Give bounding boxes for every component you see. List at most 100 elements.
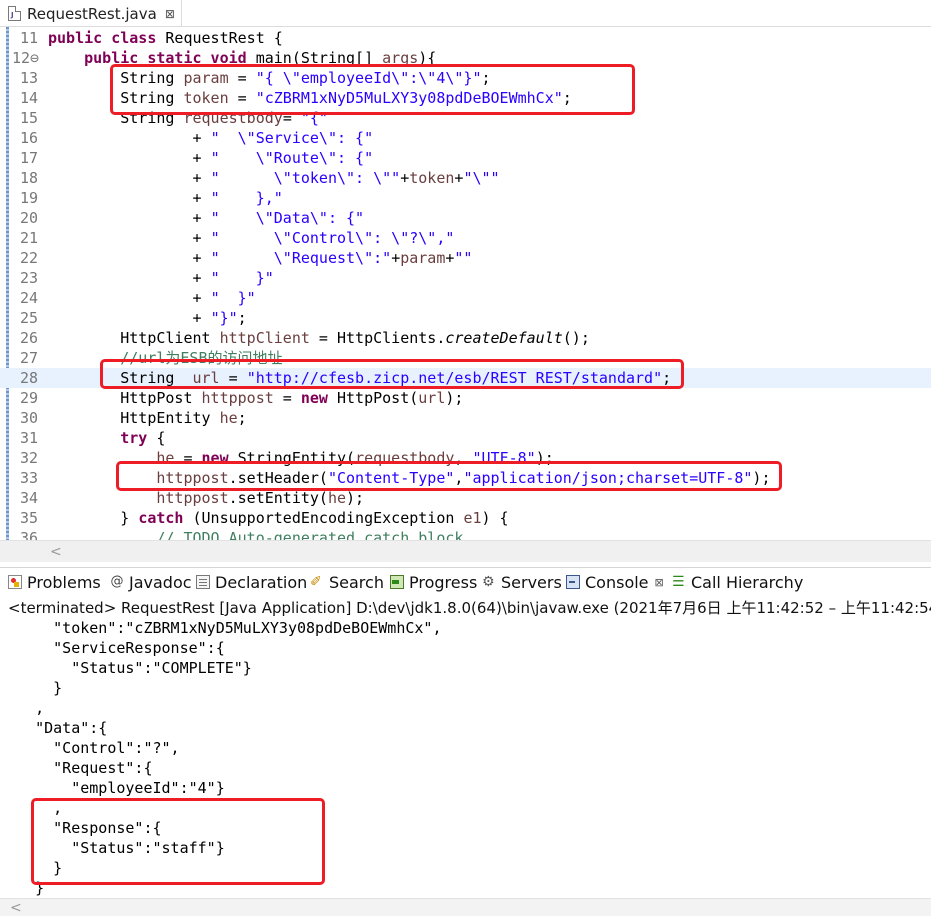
code-token: // TODO Auto-generated catch block [48,529,464,540]
code-line[interactable]: 26 HttpClient httpClient = HttpClients.c… [0,328,931,348]
code-line[interactable]: 25 + "}"; [0,308,931,328]
line-number: 31 [19,429,38,447]
code-line[interactable]: 36 // TODO Auto-generated catch block [0,528,931,540]
code-token: (); [562,329,590,347]
code-token: " }" [210,289,256,307]
code-token: "\"" [463,169,500,187]
code-line[interactable]: 11 public class RequestRest { [0,28,931,48]
line-number: 22 [19,249,38,267]
view-tab-label: Problems [27,572,101,592]
console-line: "Status":"COMPLETE"} [8,659,252,677]
code-line[interactable]: 30 HttpEntity he; [0,408,931,428]
line-code: + " \"Request\":"+param+"" [48,248,472,268]
line-number: 24 [19,289,38,307]
code-editor[interactable]: J RequestRest.java ⊠ 11 public class Requ… [0,0,931,562]
line-number: 29 [19,389,38,407]
code-token: "" [454,249,473,267]
code-line[interactable]: 23 + " }" [0,268,931,288]
line-number: 30 [19,409,38,427]
code-line[interactable]: 18 + " \"token\": \""+token+"\"" [0,168,931,188]
line-number: 36 [19,529,38,540]
code-token: + [48,189,211,207]
code-token: " }" [210,269,274,287]
code-line[interactable]: 31 try { [0,428,931,448]
code-token: param [400,249,446,267]
code-line[interactable]: 24 + " }" [0,288,931,308]
code-token: + [48,169,211,187]
view-tab-javadoc[interactable]: @ Javadoc [110,568,192,596]
code-token: + [48,269,211,287]
scroll-left-icon[interactable]: < [10,900,22,916]
view-tab-console[interactable]: Console ⊠ [566,568,664,596]
code-token: + [48,209,211,227]
java-file-icon: J [8,6,21,21]
problems-icon [8,575,22,589]
code-token: he [327,489,347,507]
line-number: 27 [19,349,38,367]
console-line: "Request":{ [8,759,153,777]
editor-tab-requestrest[interactable]: J RequestRest.java ⊠ [0,0,182,27]
line-code: + " \"Data\": {" [48,208,364,228]
highlight-box-param-token [110,64,635,115]
code-token: RequestRest { [156,29,283,47]
code-token: HttpPost [48,389,202,407]
code-token: HttpEntity [48,409,220,427]
code-line[interactable]: 20 + " \"Data\": {" [0,208,931,228]
code-token: httpClient [219,329,310,347]
console-line: } [8,679,63,697]
view-tab-declaration[interactable]: Declaration [196,568,307,596]
console-line: "Data":{ [8,719,108,737]
code-token: " \"Data\": {" [210,209,365,227]
code-line[interactable]: 17 + " \"Route\": {" [0,148,931,168]
code-line[interactable]: 22 + " \"Request\":"+param+"" [0,248,931,268]
view-tab-label: Declaration [215,572,308,592]
console-line: "token":"cZBRM1xNyD5MuLXY3y08pdDeBOEWmhC… [8,619,442,637]
console-icon [566,575,580,589]
editor-tab-bar: J RequestRest.java ⊠ [0,0,931,27]
view-tab-progress[interactable]: Progress [390,568,477,596]
code-token: " \"Request\":" [210,249,392,267]
view-tab-search[interactable]: ✐ Search [310,568,384,596]
code-token: try [120,429,148,447]
line-number: 19 [19,189,38,207]
scroll-left-icon[interactable]: < [50,544,62,560]
code-token: he [219,409,238,427]
code-line[interactable]: 21 + " \"Control\": \"?\"," [0,228,931,248]
line-number: 20 [19,209,38,227]
code-line[interactable]: 16 + " \"Service\": {" [0,128,931,148]
code-token: " }," [210,189,283,207]
line-code: + " \"Control\": \"?\"," [48,228,454,248]
view-tab-label: Servers [501,572,562,592]
code-token: + [400,169,410,187]
line-code: } catch (UnsupportedEncodingException e1… [48,508,508,528]
view-tab-servers[interactable]: ⚙ Servers [482,568,562,596]
code-token: ; [237,309,247,327]
console-horizontal-scrollbar[interactable]: < [0,898,931,916]
declaration-icon [196,575,210,589]
code-token: createDefault [445,329,563,347]
view-tab-label: Call Hierarchy [691,572,804,592]
close-icon[interactable]: ⊠ [655,576,664,589]
editor-horizontal-scrollbar[interactable]: < [0,540,931,562]
code-line[interactable]: 29 HttpPost httppost = new HttpPost(url)… [0,388,931,408]
close-icon[interactable]: ⊠ [165,7,175,21]
line-number: 17 [19,149,38,167]
view-tab-label: Search [329,572,384,592]
code-line[interactable]: 34 httppost.setEntity(he); [0,488,931,508]
line-number: 32 [19,449,38,467]
code-token: httppost [201,389,274,407]
line-number: 35 [19,509,38,527]
code-line[interactable]: 19 + " }," [0,188,931,208]
editor-tab-label: RequestRest.java [27,4,157,23]
code-line[interactable]: 35 } catch (UnsupportedEncodingException… [0,508,931,528]
code-token: "}" [210,309,238,327]
line-number: 25 [19,309,38,327]
code-token: catch [138,509,184,527]
code-token: token [409,169,455,187]
view-tab-problems[interactable]: Problems [8,568,101,596]
code-token: url [418,389,446,407]
view-tab-call-hierarchy[interactable]: ☰ Call Hierarchy [672,568,803,596]
views-tab-bar: Problems @ Javadoc Declaration ✐ Search Progre… [0,567,931,595]
